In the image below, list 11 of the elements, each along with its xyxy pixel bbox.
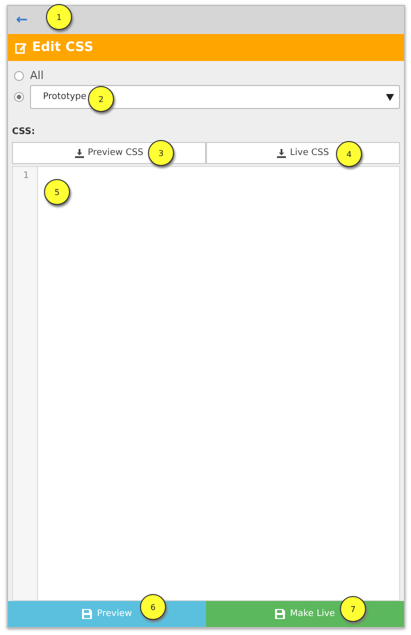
download-icon <box>277 148 286 158</box>
panel-title: Edit CSS <box>32 40 94 55</box>
radio-button[interactable] <box>14 92 24 102</box>
back-arrow-icon[interactable]: ← <box>16 12 28 28</box>
radio-button[interactable] <box>14 70 24 80</box>
css-label: CSS: <box>12 127 36 137</box>
line-number: 1 <box>22 170 30 181</box>
edit-icon <box>15 42 27 54</box>
radio-label: All <box>30 69 44 82</box>
download-icon <box>74 148 84 158</box>
caret-icon <box>386 94 394 100</box>
